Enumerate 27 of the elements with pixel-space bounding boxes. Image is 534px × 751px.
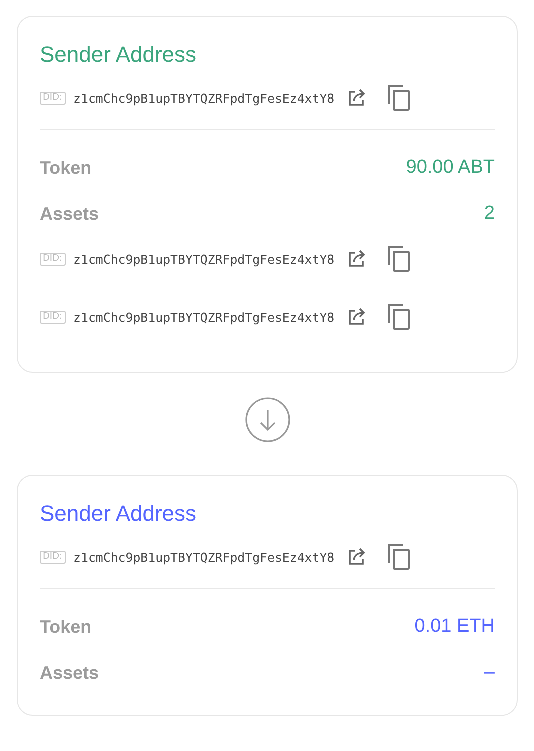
token-value: 0.01 ETH — [414, 616, 495, 638]
assets-label: Assets — [40, 662, 100, 684]
did-badge: DID: — [40, 252, 66, 266]
did-badge: DID: — [40, 550, 66, 564]
share-icon[interactable] — [346, 307, 367, 327]
card-title: Sender Address — [40, 500, 198, 528]
share-icon[interactable] — [346, 249, 367, 269]
token-label: Token — [40, 616, 92, 638]
assets-value: – — [484, 662, 495, 684]
assets-label: Assets — [40, 204, 100, 224]
copy-icon[interactable] — [386, 303, 411, 331]
share-icon[interactable] — [346, 88, 367, 108]
token-label: Token — [40, 158, 92, 178]
arrow-down-icon — [244, 397, 290, 443]
copy-icon[interactable] — [386, 84, 411, 112]
address-text: z1cmChc9pB1upTBYTQZRFpdTgFesEz4xtY8 — [74, 550, 335, 564]
card-title: Sender Address — [40, 41, 198, 69]
did-badge: DID: — [40, 310, 66, 324]
did-badge: DID: — [40, 92, 66, 104]
token-value: 90.00 ABT — [406, 157, 495, 179]
assets-value: 2 — [484, 203, 495, 225]
address-text: z1cmChc9pB1upTBYTQZRFpdTgFesEz4xtY8 — [74, 310, 335, 324]
share-icon[interactable] — [346, 547, 367, 567]
copy-icon[interactable] — [386, 543, 411, 571]
address-text: z1cmChc9pB1upTBYTQZRFpdTgFesEz4xtY8 — [74, 252, 335, 266]
address-text: z1cmChc9pB1upTBYTQZRFpdTgFesEz4xtY8 — [74, 90, 335, 106]
copy-icon[interactable] — [386, 245, 411, 273]
